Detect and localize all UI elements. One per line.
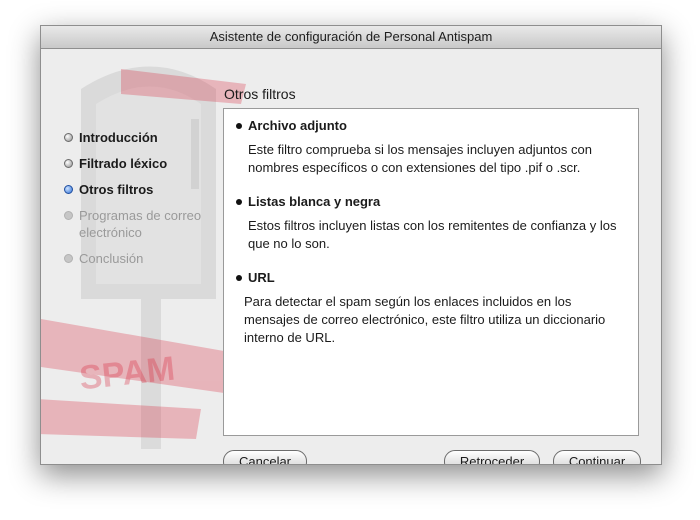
filter-name: Listas blanca y negra — [248, 194, 381, 209]
filter-url: URL Para detectar el spam según los enla… — [236, 269, 628, 347]
step-programas-correo: Programas de correo electrónico — [63, 207, 223, 241]
step-label: Programas de correo electrónico — [79, 208, 202, 240]
bullet-icon — [236, 123, 242, 129]
step-pending-indicator-icon — [64, 254, 73, 263]
filter-description: Para detectar el spam según los enlaces … — [244, 294, 606, 345]
steps-list: Introducción Filtrado léxico Otros filtr… — [63, 129, 223, 276]
step-label: Otros filtros — [79, 182, 154, 197]
filter-heading: URL — [236, 269, 628, 287]
continue-button[interactable]: Continuar — [553, 450, 641, 464]
step-label: Filtrado léxico — [79, 156, 168, 171]
filter-description: Este filtro comprueba si los mensajes in… — [248, 142, 592, 175]
window-title: Asistente de configuración de Personal A… — [41, 26, 661, 49]
step-current-indicator-icon — [64, 185, 73, 194]
step-filtrado-lexico: Filtrado léxico — [63, 155, 223, 172]
step-otros-filtros: Otros filtros — [63, 181, 223, 198]
filter-heading: Archivo adjunto — [236, 117, 628, 135]
step-done-indicator-icon — [64, 133, 73, 142]
filter-archivo-adjunto: Archivo adjunto Este filtro comprueba si… — [236, 117, 628, 177]
panel-title: Otros filtros — [224, 86, 296, 102]
bullet-icon — [236, 275, 242, 281]
filter-listas: Listas blanca y negra Estos filtros incl… — [236, 193, 628, 253]
back-button[interactable]: Retroceder — [444, 450, 540, 464]
content-area: SPAM Introducción Filtrado léxico Otros … — [41, 49, 661, 464]
step-label: Introducción — [79, 130, 158, 145]
step-label: Conclusión — [79, 251, 144, 266]
step-conclusion: Conclusión — [63, 250, 223, 267]
step-done-indicator-icon — [64, 159, 73, 168]
filter-description: Estos filtros incluyen listas con los re… — [248, 218, 617, 251]
cancel-button[interactable]: Cancelar — [223, 450, 307, 464]
filter-heading: Listas blanca y negra — [236, 193, 628, 211]
step-pending-indicator-icon — [64, 211, 73, 220]
filter-name: URL — [248, 270, 275, 285]
filters-panel: Archivo adjunto Este filtro comprueba si… — [223, 108, 639, 436]
step-introduccion: Introducción — [63, 129, 223, 146]
filter-name: Archivo adjunto — [248, 118, 347, 133]
setup-assistant-window: Asistente de configuración de Personal A… — [40, 25, 662, 465]
bullet-icon — [236, 199, 242, 205]
